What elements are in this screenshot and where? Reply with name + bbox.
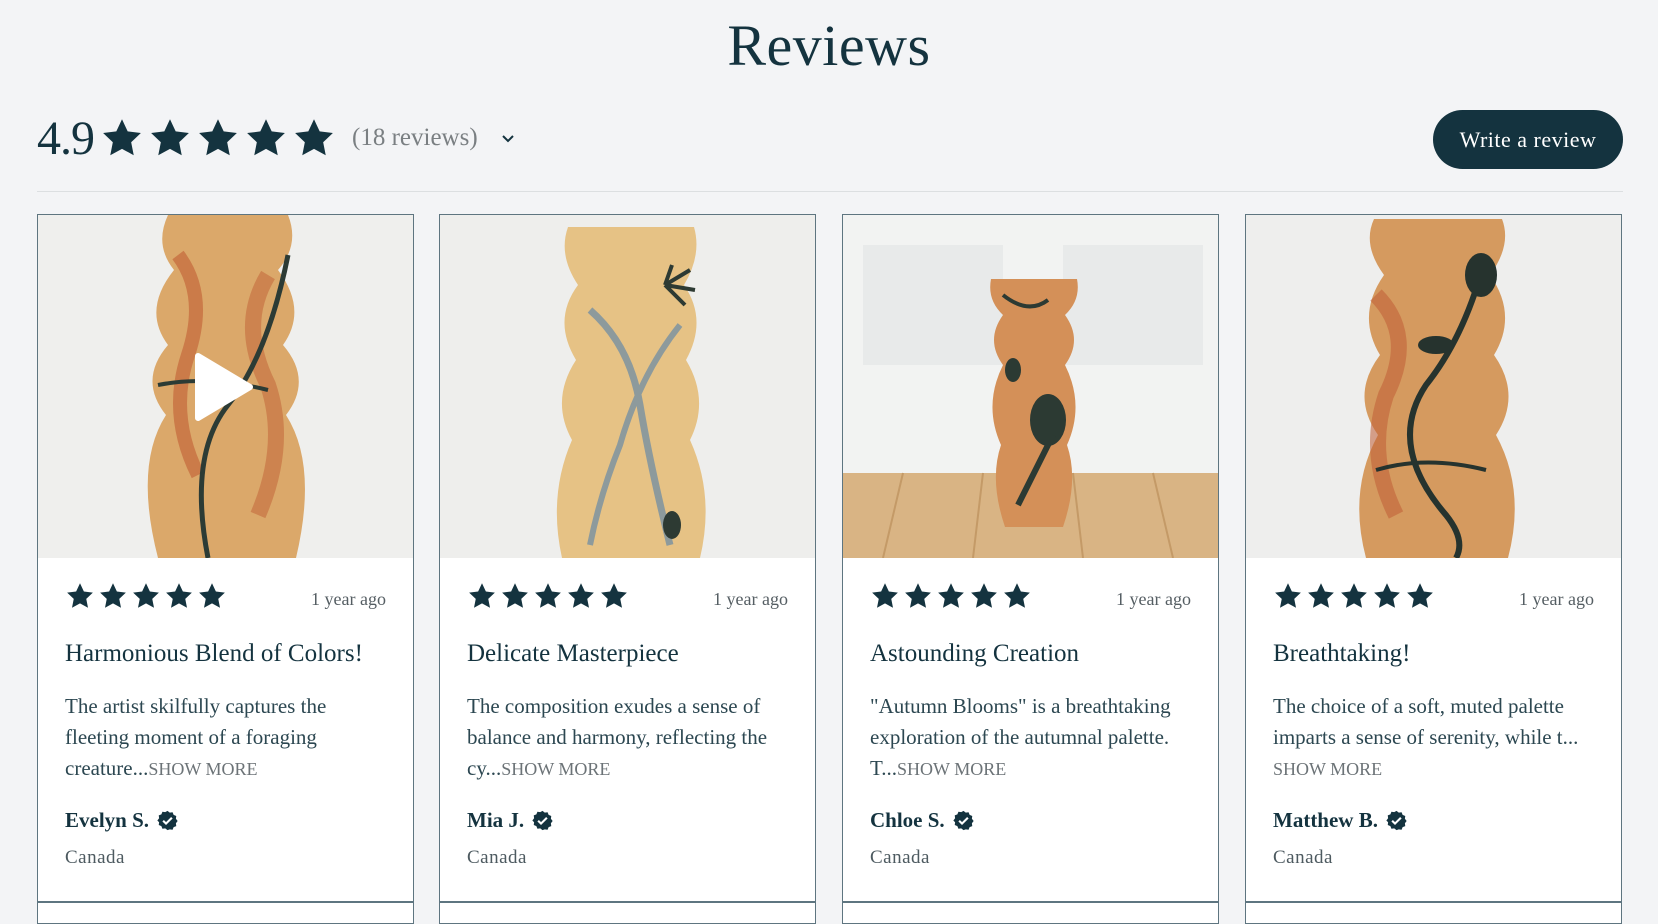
review-title: Astounding Creation — [870, 640, 1080, 667]
show-more-link[interactable]: SHOW MORE — [1273, 759, 1382, 779]
verified-badge-icon — [953, 810, 974, 831]
star-icon — [872, 583, 898, 608]
star-icon — [199, 583, 225, 608]
review-card: 1 year ago Harmonious Blend of Colors! T… — [37, 214, 414, 924]
review-author: Matthew B. — [1273, 808, 1407, 833]
review-date: 1 year ago — [1116, 589, 1191, 609]
author-name: Chloe S. — [870, 808, 945, 832]
card-divider — [440, 901, 815, 903]
star-icon — [905, 583, 931, 608]
review-date: 1 year ago — [311, 589, 386, 609]
write-review-button[interactable]: Write a review — [1433, 110, 1623, 169]
play-icon[interactable] — [190, 352, 254, 422]
review-date: 1 year ago — [1519, 589, 1594, 609]
review-body: The composition exudes a sense of balanc… — [467, 691, 787, 785]
star-icon — [1275, 583, 1301, 608]
star-icon — [938, 583, 964, 608]
star-icon — [103, 119, 141, 156]
show-more-link[interactable]: SHOW MORE — [501, 759, 610, 779]
author-country: Canada — [870, 847, 930, 868]
review-body: "Autumn Blooms" is a breathtaking explor… — [870, 691, 1190, 785]
review-image[interactable] — [843, 215, 1218, 558]
review-card: 1 year ago Astounding Creation "Autumn B… — [842, 214, 1219, 924]
review-image[interactable] — [440, 215, 815, 558]
review-video[interactable] — [38, 215, 413, 558]
star-icon — [295, 119, 333, 156]
review-title: Breathtaking! — [1273, 640, 1411, 667]
card-divider — [1246, 901, 1621, 903]
star-icon — [971, 583, 997, 608]
review-image[interactable] — [1246, 215, 1621, 558]
star-icon — [568, 583, 594, 608]
star-icon — [100, 583, 126, 608]
rating-summary: 4.9 (18 reviews) — [37, 108, 516, 168]
review-stars — [870, 581, 1032, 611]
show-more-link[interactable]: SHOW MORE — [897, 759, 1006, 779]
author-country: Canada — [1273, 847, 1333, 868]
verified-badge-icon — [157, 810, 178, 831]
review-card: 1 year ago Breathtaking! The choice of a… — [1245, 214, 1622, 924]
review-stars — [467, 581, 629, 611]
vase-image — [1246, 215, 1621, 558]
verified-badge-icon — [532, 810, 553, 831]
review-date: 1 year ago — [713, 589, 788, 609]
card-divider — [843, 901, 1218, 903]
divider — [37, 191, 1623, 192]
star-icon — [1004, 583, 1030, 608]
star-icon — [199, 119, 237, 156]
review-text: The choice of a soft, muted palette impa… — [1273, 694, 1579, 749]
review-author: Mia J. — [467, 808, 553, 833]
star-icon — [166, 583, 192, 608]
review-title: Harmonious Blend of Colors! — [65, 640, 363, 667]
star-icon — [247, 119, 285, 156]
star-icon — [469, 583, 495, 608]
card-divider — [38, 901, 413, 903]
star-icon — [1407, 583, 1433, 608]
average-rating: 4.9 — [37, 111, 95, 165]
star-icon — [1341, 583, 1367, 608]
review-author: Evelyn S. — [65, 808, 178, 833]
review-stars — [1273, 581, 1435, 611]
author-name: Matthew B. — [1273, 808, 1378, 832]
author-country: Canada — [65, 847, 125, 868]
average-stars — [100, 116, 336, 160]
star-icon — [535, 583, 561, 608]
review-count: (18 reviews) — [352, 124, 478, 151]
star-icon — [601, 583, 627, 608]
review-stars — [65, 581, 227, 611]
star-icon — [502, 583, 528, 608]
review-title: Delicate Masterpiece — [467, 640, 679, 667]
author-name: Evelyn S. — [65, 808, 150, 832]
verified-badge-icon — [1386, 810, 1407, 831]
review-author: Chloe S. — [870, 808, 974, 833]
vase-image — [843, 215, 1218, 558]
star-icon — [1308, 583, 1334, 608]
review-card: 1 year ago Delicate Masterpiece The comp… — [439, 214, 816, 924]
author-country: Canada — [467, 847, 527, 868]
author-name: Mia J. — [467, 808, 525, 832]
star-icon — [67, 583, 93, 608]
star-icon — [151, 119, 189, 156]
star-icon — [1374, 583, 1400, 608]
show-more-link[interactable]: SHOW MORE — [148, 759, 257, 779]
chevron-down-icon[interactable] — [500, 130, 516, 146]
page-title: Reviews — [727, 13, 931, 78]
star-icon — [133, 583, 159, 608]
vase-image — [440, 215, 815, 558]
review-body: The artist skilfully captures the fleeti… — [65, 691, 385, 785]
review-body: The choice of a soft, muted palette impa… — [1273, 691, 1593, 785]
